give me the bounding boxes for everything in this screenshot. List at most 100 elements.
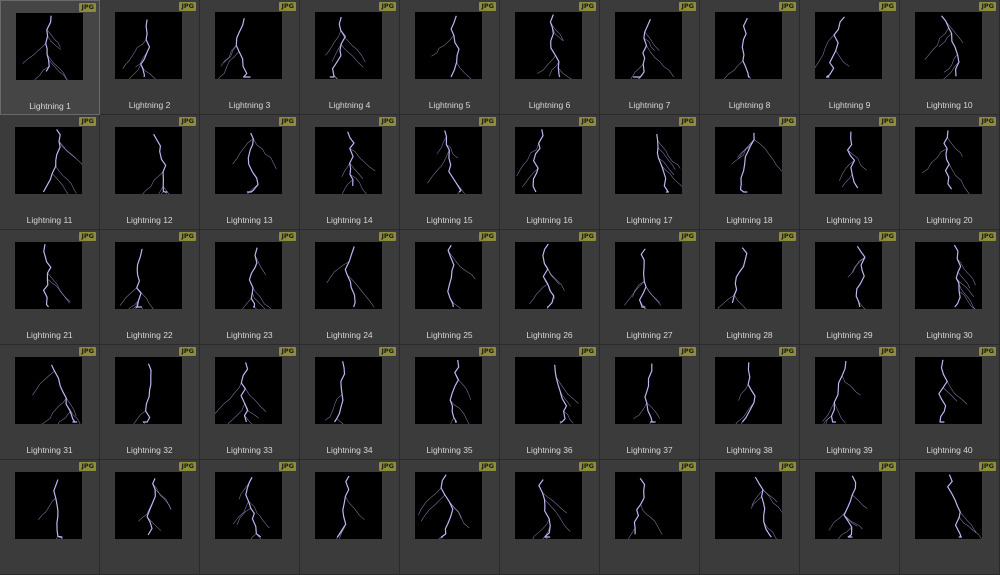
thumbnail-item[interactable]: JPG [300, 460, 400, 575]
thumbnail-image[interactable] [915, 472, 982, 539]
thumbnail-image[interactable] [715, 127, 782, 194]
thumbnail-image[interactable] [215, 12, 282, 79]
thumbnail-image[interactable] [315, 127, 382, 194]
thumbnail-image[interactable] [15, 472, 82, 539]
thumbnail-item[interactable]: JPG Lightning 12 [100, 115, 200, 230]
thumbnail-item[interactable]: JPG Lightning 40 [900, 345, 1000, 460]
thumbnail-item[interactable]: JPG Lightning 20 [900, 115, 1000, 230]
thumbnail-item[interactable]: JPG Lightning 22 [100, 230, 200, 345]
thumbnail-item[interactable]: JPG Lightning 4 [300, 0, 400, 115]
thumbnail-image[interactable] [415, 12, 482, 79]
thumbnail-item[interactable]: JPG Lightning 24 [300, 230, 400, 345]
thumbnail-item[interactable]: JPG [200, 460, 300, 575]
thumbnail-image[interactable] [515, 12, 582, 79]
thumbnail-item[interactable]: JPG Lightning 37 [600, 345, 700, 460]
thumbnail-image[interactable] [15, 127, 82, 194]
thumbnail-image[interactable] [215, 357, 282, 424]
thumbnail-image[interactable] [815, 472, 882, 539]
thumbnail-image[interactable] [815, 127, 882, 194]
thumbnail-item[interactable]: JPG Lightning 26 [500, 230, 600, 345]
thumbnail-item[interactable]: JPG Lightning 9 [800, 0, 900, 115]
thumbnail-image[interactable] [615, 472, 682, 539]
thumbnail-image[interactable] [115, 357, 182, 424]
thumbnail-image[interactable] [715, 472, 782, 539]
thumbnail-item[interactable]: JPG Lightning 33 [200, 345, 300, 460]
thumbnail-image[interactable] [115, 127, 182, 194]
thumbnail-image[interactable] [715, 357, 782, 424]
thumbnail-item[interactable]: JPG Lightning 32 [100, 345, 200, 460]
thumbnail-item[interactable]: JPG Lightning 14 [300, 115, 400, 230]
thumbnail-image[interactable] [615, 242, 682, 309]
thumbnail-image[interactable] [515, 472, 582, 539]
thumbnail-item[interactable]: JPG [900, 460, 1000, 575]
thumbnail-item[interactable]: JPG Lightning 18 [700, 115, 800, 230]
thumbnail-image[interactable] [15, 242, 82, 309]
thumbnail-image[interactable] [915, 242, 982, 309]
thumbnail-image[interactable] [115, 472, 182, 539]
thumbnail-image[interactable] [16, 13, 83, 80]
thumbnail-image[interactable] [515, 242, 582, 309]
thumbnail-item[interactable]: JPG Lightning 28 [700, 230, 800, 345]
thumbnail-image[interactable] [415, 242, 482, 309]
thumbnail-item[interactable]: JPG Lightning 8 [700, 0, 800, 115]
thumbnail-item[interactable]: JPG Lightning 16 [500, 115, 600, 230]
thumbnail-image[interactable] [515, 357, 582, 424]
thumbnail-item[interactable]: JPG [0, 460, 100, 575]
thumbnail-image[interactable] [615, 12, 682, 79]
thumbnail-item[interactable]: JPG Lightning 7 [600, 0, 700, 115]
thumbnail-image[interactable] [215, 127, 282, 194]
thumbnail-image[interactable] [215, 472, 282, 539]
thumbnail-image[interactable] [915, 12, 982, 79]
thumbnail-item[interactable]: JPG [500, 460, 600, 575]
thumbnail-image[interactable] [215, 242, 282, 309]
thumbnail-image[interactable] [515, 127, 582, 194]
thumbnail-image[interactable] [315, 357, 382, 424]
thumbnail-image[interactable] [15, 357, 82, 424]
thumbnail-image[interactable] [615, 357, 682, 424]
thumbnail-image[interactable] [315, 12, 382, 79]
thumbnail-image[interactable] [915, 127, 982, 194]
thumbnail-item[interactable]: JPG [700, 460, 800, 575]
thumbnail-item[interactable]: JPG Lightning 30 [900, 230, 1000, 345]
thumbnail-item[interactable]: JPG Lightning 21 [0, 230, 100, 345]
thumbnail-item[interactable]: JPG Lightning 6 [500, 0, 600, 115]
thumbnail-item[interactable]: JPG Lightning 5 [400, 0, 500, 115]
thumbnail-image[interactable] [315, 472, 382, 539]
thumbnail-image[interactable] [715, 12, 782, 79]
thumbnail-item[interactable]: JPG Lightning 31 [0, 345, 100, 460]
thumbnail-image[interactable] [315, 242, 382, 309]
thumbnail-image[interactable] [815, 357, 882, 424]
thumbnail-image[interactable] [415, 127, 482, 194]
thumbnail-item[interactable]: JPG Lightning 10 [900, 0, 1000, 115]
thumbnail-item[interactable]: JPG Lightning 29 [800, 230, 900, 345]
thumbnail-item[interactable]: JPG Lightning 3 [200, 0, 300, 115]
thumbnail-item[interactable]: JPG Lightning 11 [0, 115, 100, 230]
thumbnail-item[interactable]: JPG Lightning 1 [0, 0, 100, 115]
thumbnail-item[interactable]: JPG Lightning 23 [200, 230, 300, 345]
thumbnail-item[interactable]: JPG Lightning 15 [400, 115, 500, 230]
thumbnail-item[interactable]: JPG Lightning 36 [500, 345, 600, 460]
thumbnail-image[interactable] [115, 242, 182, 309]
thumbnail-image[interactable] [815, 12, 882, 79]
thumbnail-image[interactable] [615, 127, 682, 194]
thumbnail-item[interactable]: JPG [400, 460, 500, 575]
thumbnail-item[interactable]: JPG [100, 460, 200, 575]
thumbnail-item[interactable]: JPG Lightning 17 [600, 115, 700, 230]
thumbnail-item[interactable]: JPG Lightning 19 [800, 115, 900, 230]
thumbnail-item[interactable]: JPG Lightning 34 [300, 345, 400, 460]
thumbnail-item[interactable]: JPG [600, 460, 700, 575]
thumbnail-item[interactable]: JPG [800, 460, 900, 575]
thumbnail-image[interactable] [415, 472, 482, 539]
thumbnail-item[interactable]: JPG Lightning 13 [200, 115, 300, 230]
thumbnail-image[interactable] [115, 12, 182, 79]
thumbnail-image[interactable] [715, 242, 782, 309]
thumbnail-item[interactable]: JPG Lightning 25 [400, 230, 500, 345]
thumbnail-item[interactable]: JPG Lightning 35 [400, 345, 500, 460]
thumbnail-image[interactable] [915, 357, 982, 424]
thumbnail-item[interactable]: JPG Lightning 39 [800, 345, 900, 460]
thumbnail-image[interactable] [815, 242, 882, 309]
thumbnail-item[interactable]: JPG Lightning 27 [600, 230, 700, 345]
thumbnail-item[interactable]: JPG Lightning 2 [100, 0, 200, 115]
thumbnail-item[interactable]: JPG Lightning 38 [700, 345, 800, 460]
thumbnail-image[interactable] [415, 357, 482, 424]
